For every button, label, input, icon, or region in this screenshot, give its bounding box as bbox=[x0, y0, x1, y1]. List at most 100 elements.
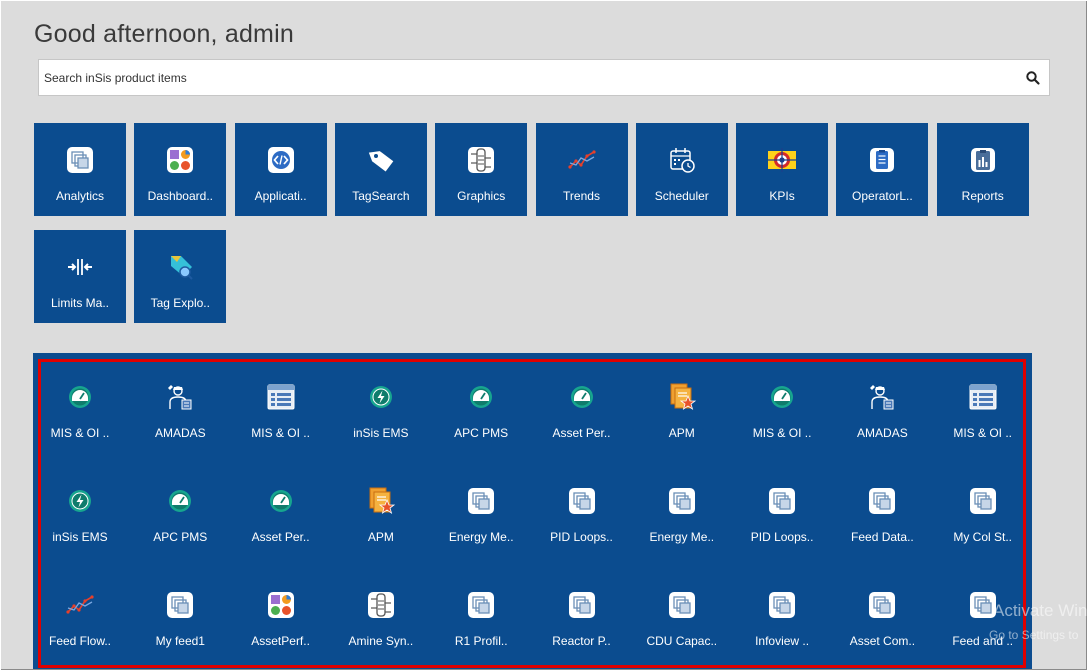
product-tile[interactable]: Limits Ma.. bbox=[34, 230, 126, 323]
product-tile-label: Analytics bbox=[55, 189, 105, 203]
item-tile[interactable]: PID Loops.. bbox=[736, 464, 829, 557]
item-tile[interactable]: APC PMS bbox=[134, 464, 227, 557]
product-tile-label: Trends bbox=[563, 189, 600, 203]
layers-icon bbox=[767, 486, 797, 516]
item-tile[interactable]: Asset Com.. bbox=[836, 568, 929, 661]
item-tile-label: Infoview .. bbox=[755, 634, 810, 648]
product-tile-label: Applicati.. bbox=[254, 189, 307, 203]
item-tile[interactable]: APM bbox=[635, 360, 728, 453]
item-tile-label: inSis EMS bbox=[52, 530, 108, 544]
item-tile[interactable]: Feed Data.. bbox=[836, 464, 929, 557]
item-tile[interactable]: My Col St.. bbox=[936, 464, 1029, 557]
product-tile[interactable]: TagSearch bbox=[334, 123, 427, 216]
search-icon[interactable] bbox=[1025, 70, 1041, 86]
item-tile-label: Asset Per.. bbox=[552, 426, 611, 440]
product-tile[interactable]: KPIs bbox=[736, 123, 829, 216]
item-tile-label: APM bbox=[367, 530, 394, 544]
limits-arrows-icon bbox=[65, 252, 95, 282]
item-tile[interactable]: Infoview .. bbox=[736, 568, 829, 661]
product-tile[interactable]: Applicati.. bbox=[234, 123, 327, 216]
item-tile[interactable]: Reactor P.. bbox=[535, 568, 628, 661]
item-tile-label: Asset Per.. bbox=[251, 530, 310, 544]
product-tile[interactable]: OperatorL.. bbox=[836, 123, 929, 216]
item-tile[interactable]: inSis EMS bbox=[34, 464, 126, 557]
search-box[interactable] bbox=[38, 59, 1050, 96]
item-tile-label: CDU Capac.. bbox=[646, 634, 718, 648]
item-tile[interactable]: Amine Syn.. bbox=[334, 568, 427, 661]
target-icon bbox=[767, 145, 797, 175]
code-icon bbox=[266, 145, 296, 175]
gauge-icon bbox=[567, 382, 597, 412]
layers-icon bbox=[867, 486, 897, 516]
layers-icon bbox=[466, 590, 496, 620]
layers-icon bbox=[767, 590, 797, 620]
star-doc-icon bbox=[667, 382, 697, 412]
item-tile[interactable]: Feed Flow.. bbox=[34, 568, 126, 661]
engineer-icon bbox=[165, 382, 195, 412]
item-tile[interactable]: Energy Me.. bbox=[635, 464, 728, 557]
item-tile-label: R1 Profil.. bbox=[454, 634, 508, 648]
gauge-icon bbox=[65, 382, 95, 412]
item-tile[interactable]: AMADAS bbox=[836, 360, 929, 453]
item-tile[interactable]: APM bbox=[334, 464, 427, 557]
item-tile[interactable]: APC PMS bbox=[435, 360, 528, 453]
product-tile[interactable]: Scheduler bbox=[635, 123, 728, 216]
item-tile-label: My feed1 bbox=[155, 634, 205, 648]
item-tile-label: Reactor P.. bbox=[552, 634, 611, 648]
item-tile[interactable]: MIS & OI .. bbox=[34, 360, 126, 453]
product-tile-label: Graphics bbox=[457, 189, 506, 203]
item-tile[interactable]: Asset Per.. bbox=[535, 360, 628, 453]
tag-icon bbox=[366, 145, 396, 175]
item-tile-label: MIS & OI .. bbox=[50, 426, 110, 440]
layers-icon bbox=[667, 486, 697, 516]
item-tile-label: Feed Flow.. bbox=[48, 634, 112, 648]
search-input[interactable] bbox=[39, 60, 1004, 95]
item-tile-label: APC PMS bbox=[454, 426, 509, 440]
item-tile[interactable]: MIS & OI .. bbox=[736, 360, 829, 453]
item-tile-label: Asset Com.. bbox=[849, 634, 916, 648]
calendar-clock-icon bbox=[667, 145, 697, 175]
product-tile[interactable]: Reports bbox=[936, 123, 1029, 216]
tag-search-icon bbox=[165, 252, 195, 282]
item-tile-label: My Col St.. bbox=[953, 530, 1013, 544]
item-tile[interactable]: Asset Per.. bbox=[234, 464, 327, 557]
item-tile[interactable]: AssetPerf.. bbox=[234, 568, 327, 661]
product-tile[interactable]: Trends bbox=[535, 123, 628, 216]
product-tile[interactable]: Dashboard.. bbox=[134, 123, 227, 216]
layers-icon bbox=[968, 486, 998, 516]
product-tile[interactable]: Analytics bbox=[34, 123, 126, 216]
item-tile[interactable]: My feed1 bbox=[134, 568, 227, 661]
item-tile[interactable]: inSis EMS bbox=[334, 360, 427, 453]
layers-icon bbox=[466, 486, 496, 516]
trend-icon bbox=[567, 145, 597, 175]
power-icon bbox=[65, 486, 95, 516]
process-diagram-icon bbox=[366, 590, 396, 620]
item-tile[interactable]: MIS & OI .. bbox=[234, 360, 327, 453]
list-icon bbox=[266, 382, 296, 412]
product-tile-label: Scheduler bbox=[654, 189, 709, 203]
item-tile-label: APC PMS bbox=[153, 530, 208, 544]
gauge-icon bbox=[266, 486, 296, 516]
clipboard-chart-icon bbox=[968, 145, 998, 175]
item-tile-label: PID Loops.. bbox=[750, 530, 814, 544]
item-tile[interactable]: AMADAS bbox=[134, 360, 227, 453]
product-tile[interactable]: Graphics bbox=[435, 123, 528, 216]
greeting-heading: Good afternoon, admin bbox=[34, 20, 294, 48]
item-tile-label: MIS & OI .. bbox=[953, 426, 1013, 440]
activation-watermark-sub: Go to Settings to bbox=[989, 628, 1079, 642]
gauge-icon bbox=[165, 486, 195, 516]
item-tile-label: MIS & OI .. bbox=[752, 426, 812, 440]
item-tile[interactable]: Energy Me.. bbox=[435, 464, 528, 557]
product-tile[interactable]: Tag Explo.. bbox=[134, 230, 227, 323]
process-diagram-icon bbox=[466, 145, 496, 175]
item-tile[interactable]: PID Loops.. bbox=[535, 464, 628, 557]
product-tile-label: TagSearch bbox=[352, 189, 410, 203]
item-tile-label: AssetPerf.. bbox=[251, 634, 310, 648]
product-tile-label: Reports bbox=[961, 189, 1004, 203]
item-tile[interactable]: R1 Profil.. bbox=[435, 568, 528, 661]
item-tile[interactable]: MIS & OI .. bbox=[936, 360, 1029, 453]
item-tile-label: Energy Me.. bbox=[448, 530, 514, 544]
power-icon bbox=[366, 382, 396, 412]
item-tile[interactable]: CDU Capac.. bbox=[635, 568, 728, 661]
layers-icon bbox=[667, 590, 697, 620]
